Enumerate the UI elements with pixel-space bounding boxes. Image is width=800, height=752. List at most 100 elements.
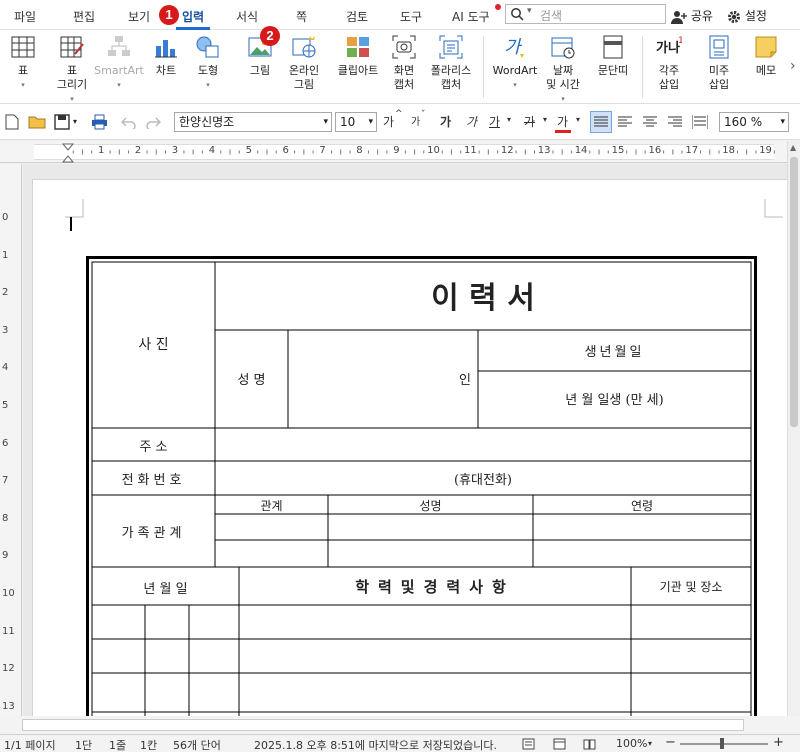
align-right-icon[interactable] (668, 116, 682, 128)
ribbon-button-paragraph-band[interactable]: 문단띠 (590, 34, 636, 78)
tab-ai-tools[interactable]: AI 도구 (452, 8, 490, 25)
align-center-icon[interactable] (643, 116, 657, 128)
shrink-font-button[interactable]: 가 (411, 113, 420, 128)
ribbon-button-label: SmartArt (94, 64, 144, 77)
ribbon-button-wordart[interactable]: 가 WordArt ▾ (490, 34, 540, 92)
vertical-scrollbar[interactable]: ▲ (787, 141, 800, 716)
ribbon-scroll-right-icon[interactable]: › (790, 58, 796, 74)
ruler-number: 6 (282, 145, 289, 156)
tab-tools[interactable]: 도구 (400, 8, 422, 25)
ribbon-divider (483, 36, 484, 98)
view-layout-icon[interactable] (522, 738, 535, 750)
ribbon-button-draw-table[interactable]: 표 그리기 ▾ (50, 34, 94, 106)
ruler-number: 12 (500, 145, 514, 156)
color-caret-icon[interactable]: ▾ (576, 115, 580, 124)
strikethrough-button[interactable]: 가 (524, 113, 535, 130)
font-name-select[interactable]: 한양신명조 ▾ (174, 112, 332, 132)
bold-button[interactable]: 가 (440, 113, 451, 130)
ribbon-button-online-picture[interactable]: 온라인 그림 (283, 34, 325, 92)
save-icon[interactable] (54, 114, 70, 130)
screen-capture-icon (391, 34, 417, 60)
open-folder-icon[interactable] (28, 115, 46, 129)
zoom-slider[interactable] (680, 743, 768, 745)
distribute-icon[interactable] (692, 115, 708, 129)
indent-marker-icon[interactable] (62, 143, 74, 163)
ribbon-button-label: 그림 (249, 64, 271, 77)
scrollbar-thumb[interactable] (790, 157, 798, 427)
smartart-icon (106, 34, 132, 60)
gear-icon (728, 10, 740, 23)
endnote-icon (706, 34, 732, 60)
horizontal-ruler[interactable]: 1 2 3 4 5 6 7 8 9 10 11 12 13 14 15 16 17 18 19 (0, 141, 800, 163)
scroll-up-icon[interactable]: ▲ (790, 143, 796, 152)
font-size-select[interactable]: 10 ▾ (335, 112, 377, 132)
birthdate-label: 생년월일 (584, 345, 645, 360)
strike-caret-icon[interactable]: ▾ (543, 115, 547, 124)
horizontal-scrollbar[interactable] (0, 716, 800, 734)
chevron-down-icon: ▾ (368, 117, 373, 127)
tab-file[interactable]: 파일 (14, 8, 36, 25)
chevron-down-icon[interactable]: ▾ (490, 78, 540, 92)
zoom-caret-icon[interactable]: ▾ (648, 739, 652, 748)
ribbon-button-label: 온라인 (288, 64, 320, 77)
vertical-ruler[interactable]: 0 1 2 3 4 5 6 7 8 9 10 11 12 13 (0, 164, 22, 716)
redo-icon[interactable] (145, 115, 161, 129)
chevron-down-icon[interactable]: ▾ (93, 78, 145, 92)
view-web-icon[interactable] (553, 738, 566, 750)
zoom-select[interactable]: 160 % ▾ (719, 112, 789, 132)
italic-button[interactable]: 가 (466, 113, 477, 130)
ribbon-button-memo[interactable]: 메모 (751, 34, 781, 78)
grow-font-button[interactable]: 가 (383, 113, 394, 130)
scrollbar-thumb[interactable] (22, 719, 744, 731)
ribbon-button-label: 그림 (293, 78, 315, 91)
font-color-button[interactable]: 가 (557, 113, 568, 130)
ribbon-button-clipart[interactable]: 클립아트 (332, 34, 384, 78)
ribbon-button-smartart[interactable]: SmartArt ▾ (93, 34, 145, 92)
ribbon-button-footnote[interactable]: 가나 1 각주 삽입 (649, 34, 689, 92)
justify-button[interactable] (590, 111, 612, 133)
ribbon-button-shapes[interactable]: 도형 ▾ (190, 34, 226, 92)
ruler-number: 16 (648, 145, 662, 156)
align-left-icon[interactable] (618, 116, 632, 128)
undo-icon[interactable] (121, 115, 137, 129)
share-button[interactable]: 공유 (671, 7, 713, 24)
chevron-down-icon[interactable]: ▾ (8, 78, 38, 92)
ruler-number: 2 (134, 145, 142, 156)
tab-format[interactable]: 서식 (236, 8, 258, 25)
underline-caret-icon[interactable]: ▾ (507, 115, 511, 124)
date-header: 년 월 일 (143, 582, 188, 597)
ribbon-button-table[interactable]: 표 ▾ (8, 34, 38, 92)
tab-edit[interactable]: 편집 (73, 8, 95, 25)
font-size-value: 10 (340, 115, 356, 129)
settings-button[interactable]: 설정 (727, 7, 767, 24)
ruler-number: 11 (464, 145, 477, 156)
ruler-number: 1 (2, 249, 9, 261)
tab-insert[interactable]: 입력 (182, 8, 204, 25)
document-page[interactable]: 이 력 서 사 진 성 명 인 생년월일 년 월 일생 (만 세) 주 소 전화… (32, 179, 787, 716)
arrow-down-icon: ˇ (421, 110, 426, 120)
ribbon-button-polaris-capture[interactable]: 폴라리스 캡처 (425, 34, 477, 92)
zoom-in-button[interactable]: + (773, 735, 784, 750)
new-document-icon[interactable] (5, 114, 19, 130)
underline-button[interactable]: 가 (489, 113, 500, 130)
search-input[interactable]: ▾ 검색 (505, 4, 666, 24)
organization-header: 기관 및 장소 (659, 580, 723, 594)
ribbon-button-label: 삽입 (658, 78, 680, 91)
tab-review[interactable]: 검토 (346, 8, 368, 25)
zoom-slider-thumb[interactable] (719, 738, 724, 749)
tab-view[interactable]: 보기 (128, 8, 150, 25)
ribbon-button-label: 각주 (658, 64, 680, 77)
resume-table[interactable]: 이 력 서 사 진 성 명 인 생년월일 년 월 일생 (만 세) 주 소 전화… (86, 256, 757, 716)
tab-page[interactable]: 쪽 (296, 8, 307, 25)
chart-icon (153, 34, 179, 60)
ribbon-button-chart[interactable]: 차트 (148, 34, 184, 78)
ribbon-button-date-time[interactable]: 날짜 및 시간 ▾ (545, 34, 581, 106)
ribbon-button-endnote[interactable]: 미주 삽입 (700, 34, 738, 92)
save-caret-icon[interactable]: ▾ (73, 117, 77, 126)
family-header-relation: 관계 (260, 499, 283, 513)
zoom-out-button[interactable]: − (665, 735, 676, 750)
chevron-down-icon[interactable]: ▾ (190, 78, 226, 92)
view-read-icon[interactable] (583, 738, 596, 750)
print-icon[interactable] (91, 114, 108, 130)
ribbon-button-screen-capture[interactable]: 화면 캡처 (389, 34, 419, 92)
